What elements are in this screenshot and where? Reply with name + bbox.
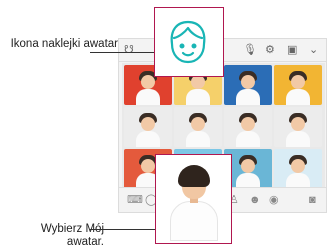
- clipboard-icon[interactable]: ▣: [287, 44, 297, 56]
- chevron-down-icon[interactable]: ⌄: [309, 44, 318, 56]
- camera-icon[interactable]: ◙: [309, 194, 316, 206]
- avatar-sticker[interactable]: [224, 65, 272, 105]
- sticker-icon-leader: [90, 52, 154, 53]
- my-avatar-callout: Wybierz Mój awatar.: [40, 223, 104, 248]
- my-avatar-leader: [90, 229, 155, 230]
- avatar-sticker[interactable]: [224, 107, 272, 147]
- sticker-tab-icon[interactable]: ◉: [269, 194, 279, 206]
- avatar-sticker[interactable]: [174, 107, 222, 147]
- avatar-sticker[interactable]: [274, 65, 322, 105]
- keyboard-icon[interactable]: ⌨: [127, 194, 143, 206]
- gear-icon[interactable]: ⚙: [265, 44, 275, 56]
- sticker-icon-callout: Ikona naklejki awatar: [10, 38, 118, 50]
- avatar-sticker[interactable]: [124, 107, 172, 147]
- avatar-sticker-icon: [170, 20, 206, 64]
- avatar-sticker[interactable]: [274, 149, 322, 189]
- my-avatar-sticker[interactable]: [155, 154, 232, 244]
- avatar-sticker-icon-highlight[interactable]: [154, 7, 224, 77]
- sticker-switch-icon[interactable]: ☋: [124, 44, 134, 56]
- avatar-sticker[interactable]: [274, 107, 322, 147]
- mic-icon[interactable]: 🎙: [243, 44, 257, 56]
- animal-sticker-tab-icon[interactable]: ☻: [249, 194, 261, 206]
